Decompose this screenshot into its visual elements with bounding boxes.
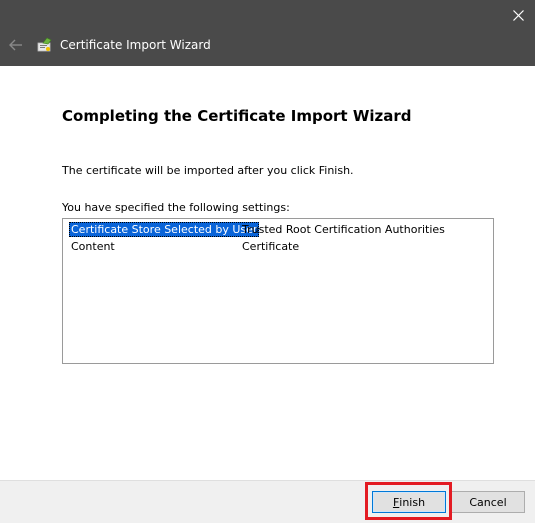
cancel-button-label: Cancel (469, 495, 507, 509)
wizard-content: Completing the Certificate Import Wizard… (0, 66, 535, 480)
settings-row-value: Certificate (242, 240, 300, 253)
close-icon (512, 9, 524, 21)
description-text: The certificate will be imported after y… (62, 164, 354, 177)
close-button[interactable] (501, 0, 535, 30)
settings-list[interactable]: Certificate Store Selected by User Trust… (62, 218, 494, 364)
certificate-wizard-icon (37, 37, 52, 52)
window-title: Certificate Import Wizard (60, 38, 211, 52)
cancel-button[interactable]: Cancel (451, 491, 525, 513)
settings-row-value: Trusted Root Certification Authorities (242, 223, 445, 236)
settings-row-key: Certificate Store Selected by User (69, 222, 260, 237)
footer-bar: Finish Cancel (0, 480, 535, 523)
finish-button[interactable]: Finish (372, 491, 446, 513)
settings-row-key: Content (71, 240, 115, 253)
finish-button-label: inish (399, 495, 426, 509)
settings-row[interactable]: Certificate Store Selected by User Trust… (67, 222, 491, 237)
back-arrow-icon (9, 39, 22, 51)
settings-label: You have specified the following setting… (62, 201, 290, 214)
back-button[interactable] (6, 35, 26, 55)
settings-row[interactable]: Content Certificate (67, 239, 491, 254)
page-heading: Completing the Certificate Import Wizard (62, 107, 412, 125)
title-bar: Certificate Import Wizard (0, 0, 535, 66)
